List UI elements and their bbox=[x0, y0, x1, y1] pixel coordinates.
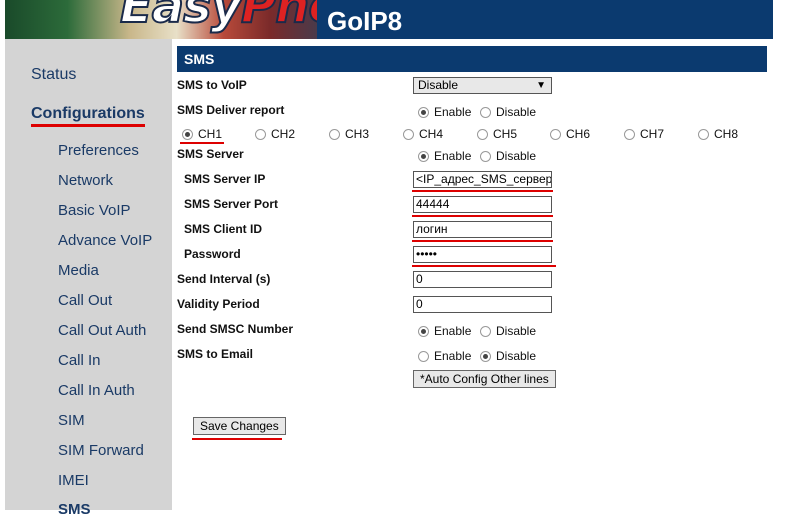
channel-radio-ch7[interactable]: CH7 bbox=[624, 127, 664, 141]
nav-call-out-auth[interactable]: Call Out Auth bbox=[58, 322, 146, 339]
auto-config-button[interactable]: *Auto Config Other lines bbox=[413, 370, 556, 388]
device-title: GoIP8 bbox=[327, 6, 403, 36]
sms-to-voip-value: Disable bbox=[418, 78, 459, 92]
radio-selected-icon bbox=[182, 128, 193, 140]
channel-radio-ch3[interactable]: CH3 bbox=[329, 127, 369, 141]
nav-configurations[interactable]: Configurations bbox=[31, 105, 145, 127]
deliver-report-disable-radio[interactable]: Disable bbox=[480, 105, 536, 119]
deliver-report-enable-radio[interactable]: Enable bbox=[418, 105, 471, 119]
server-port-label: SMS Server Port bbox=[184, 197, 279, 211]
section-title: SMS bbox=[177, 46, 767, 72]
channel-radio-ch8[interactable]: CH8 bbox=[698, 127, 738, 141]
nav-sim[interactable]: SIM bbox=[58, 412, 85, 429]
sms-email-enable-radio[interactable]: Enable bbox=[418, 349, 471, 363]
radio-icon bbox=[480, 106, 491, 118]
easyphone-logo: EasyPho bbox=[5, 0, 317, 39]
radio-icon bbox=[418, 350, 429, 362]
client-id-label: SMS Client ID bbox=[184, 222, 263, 236]
radio-selected-icon bbox=[418, 150, 429, 162]
radio-icon bbox=[698, 128, 709, 140]
radio-icon bbox=[329, 128, 340, 140]
radio-icon bbox=[480, 150, 491, 162]
password-label: Password bbox=[184, 247, 241, 261]
header-bar: EasyPho GoIP8 bbox=[5, 0, 773, 39]
radio-selected-icon bbox=[480, 350, 491, 362]
nav-call-in-auth[interactable]: Call In Auth bbox=[58, 382, 135, 399]
sms-to-voip-label: SMS to VoIP bbox=[177, 78, 247, 92]
radio-selected-icon bbox=[418, 106, 429, 118]
annotation-underline bbox=[412, 190, 553, 192]
sms-server-disable-radio[interactable]: Disable bbox=[480, 149, 536, 163]
smsc-enable-radio[interactable]: Enable bbox=[418, 324, 471, 338]
sidebar: Status Configurations Preferences Networ… bbox=[5, 39, 172, 518]
radio-icon bbox=[550, 128, 561, 140]
smsc-disable-radio[interactable]: Disable bbox=[480, 324, 536, 338]
send-interval-label: Send Interval (s) bbox=[177, 272, 271, 286]
sms-to-email-label: SMS to Email bbox=[177, 347, 254, 361]
main-content: SMS SMS to VoIP Disable ▼ SMS Deliver re… bbox=[172, 39, 789, 510]
save-changes-button[interactable]: Save Changes bbox=[193, 417, 286, 435]
annotation-underline bbox=[192, 438, 282, 440]
nav-call-out[interactable]: Call Out bbox=[58, 292, 112, 309]
deliver-report-label: SMS Deliver report bbox=[177, 103, 285, 117]
send-interval-input[interactable]: 0 bbox=[413, 271, 552, 288]
sms-server-enable-radio[interactable]: Enable bbox=[418, 149, 471, 163]
smsc-number-label: Send SMSC Number bbox=[177, 322, 294, 336]
nav-preferences[interactable]: Preferences bbox=[58, 142, 139, 159]
radio-selected-icon bbox=[418, 325, 429, 337]
annotation-underline bbox=[412, 265, 556, 267]
channel-radio-ch4[interactable]: CH4 bbox=[403, 127, 443, 141]
nav-imei[interactable]: IMEI bbox=[58, 472, 89, 489]
radio-icon bbox=[477, 128, 488, 140]
dropdown-arrow-icon: ▼ bbox=[536, 80, 546, 91]
nav-basic-voip[interactable]: Basic VoIP bbox=[58, 202, 131, 219]
radio-icon bbox=[255, 128, 266, 140]
channel-radio-ch2[interactable]: CH2 bbox=[255, 127, 295, 141]
client-id-input[interactable]: логин bbox=[413, 221, 552, 238]
channel-radio-ch6[interactable]: CH6 bbox=[550, 127, 590, 141]
password-input[interactable]: ••••• bbox=[413, 246, 552, 263]
radio-icon bbox=[403, 128, 414, 140]
sms-server-label: SMS Server bbox=[177, 147, 244, 161]
nav-media[interactable]: Media bbox=[58, 262, 99, 279]
server-ip-label: SMS Server IP bbox=[184, 172, 266, 186]
channel-radio-ch1[interactable]: CH1 bbox=[182, 127, 222, 141]
server-ip-input[interactable]: <IP_адрес_SMS_сервера bbox=[413, 171, 552, 188]
logo-text: EasyPho bbox=[119, 0, 317, 35]
nav-advance-voip[interactable]: Advance VoIP bbox=[58, 232, 152, 249]
annotation-underline bbox=[180, 142, 224, 144]
sms-email-disable-radio[interactable]: Disable bbox=[480, 349, 536, 363]
nav-call-in[interactable]: Call In bbox=[58, 352, 101, 369]
validity-period-input[interactable]: 0 bbox=[413, 296, 552, 313]
annotation-underline bbox=[412, 215, 553, 217]
nav-network[interactable]: Network bbox=[58, 172, 113, 189]
validity-period-label: Validity Period bbox=[177, 297, 260, 311]
channel-radio-ch5[interactable]: CH5 bbox=[477, 127, 517, 141]
nav-sim-forward[interactable]: SIM Forward bbox=[58, 442, 144, 459]
radio-icon bbox=[480, 325, 491, 337]
radio-icon bbox=[624, 128, 635, 140]
sms-to-voip-select[interactable]: Disable ▼ bbox=[413, 77, 552, 94]
server-port-input[interactable]: 44444 bbox=[413, 196, 552, 213]
annotation-underline bbox=[412, 240, 553, 242]
nav-status[interactable]: Status bbox=[31, 66, 76, 84]
